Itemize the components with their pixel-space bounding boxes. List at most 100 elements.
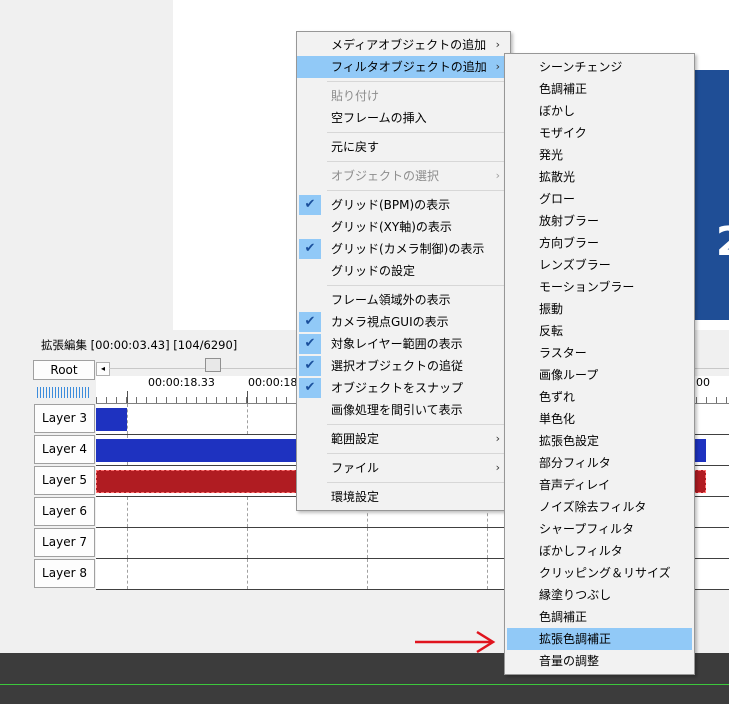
filter-item[interactable]: 拡張色設定 (505, 430, 694, 452)
filter-object-submenu: シーンチェンジ 色調補正 ぼかし モザイク 発光 拡散光 グロー 放射ブラー 方… (504, 53, 695, 675)
grid-line (247, 404, 248, 434)
menu-item-paste[interactable]: 貼り付け (297, 85, 510, 107)
filter-item[interactable]: 音声ディレイ (505, 474, 694, 496)
scroll-left-arrow-icon[interactable]: ◂ (96, 362, 110, 376)
ruler-major-tick (247, 391, 248, 403)
horizontal-scroll-thumb[interactable] (205, 358, 221, 372)
filter-item[interactable]: 反転 (505, 320, 694, 342)
zoom-scale-bar[interactable] (37, 387, 89, 398)
layer-3-label[interactable]: Layer 3 (34, 404, 95, 433)
filter-item[interactable]: 音量の調整 (505, 650, 694, 672)
filter-item[interactable]: ぼかし (505, 100, 694, 122)
timeline-clip-blue[interactable] (96, 408, 127, 431)
menu-item-grid-settings[interactable]: グリッドの設定 (297, 260, 510, 282)
layer-7-label[interactable]: Layer 7 (34, 528, 95, 557)
checkmark-icon: ✔ (299, 312, 321, 332)
preview-image (690, 70, 729, 320)
layer-5-label[interactable]: Layer 5 (34, 466, 95, 495)
menu-item-camera-gui[interactable]: ✔ カメラ視点GUIの表示 (297, 311, 510, 333)
grid-line (127, 497, 128, 527)
grid-line (127, 404, 128, 434)
ruler-time-label: 00 (696, 376, 710, 389)
filter-item[interactable]: モザイク (505, 122, 694, 144)
grid-line (367, 559, 368, 589)
menu-separator (327, 424, 508, 425)
grid-line (127, 559, 128, 589)
submenu-arrow-icon: › (495, 38, 500, 51)
grid-line (247, 497, 248, 527)
preview-text: 2 (716, 222, 729, 262)
timeline-title: 拡張編集 [00:00:03.43] [104/6290] (41, 338, 238, 352)
menu-separator (327, 81, 508, 82)
checkmark-icon: ✔ (299, 239, 321, 259)
filter-item[interactable]: グロー (505, 188, 694, 210)
checkmark-icon: ✔ (299, 334, 321, 354)
filter-item[interactable]: 拡散光 (505, 166, 694, 188)
menu-item-range-settings[interactable]: 範囲設定 › (297, 428, 510, 450)
grid-line (247, 528, 248, 558)
menu-item-outside-frame[interactable]: フレーム領域外の表示 (297, 289, 510, 311)
filter-item[interactable]: 縁塗りつぶし (505, 584, 694, 606)
filter-item[interactable]: 方向ブラー (505, 232, 694, 254)
layer-8-label[interactable]: Layer 8 (34, 559, 95, 588)
grid-line (367, 528, 368, 558)
menu-separator (327, 190, 508, 191)
menu-separator (327, 482, 508, 483)
menu-item-add-media-object[interactable]: メディアオブジェクトの追加 › (297, 34, 510, 56)
menu-item-layer-range[interactable]: ✔ 対象レイヤー範囲の表示 (297, 333, 510, 355)
submenu-arrow-icon: › (495, 432, 500, 445)
menu-item-preferences[interactable]: 環境設定 (297, 486, 510, 508)
filter-item[interactable]: ぼかしフィルタ (505, 540, 694, 562)
filter-item[interactable]: ラスター (505, 342, 694, 364)
menu-separator (327, 161, 508, 162)
menu-item-add-filter-object[interactable]: フィルタオブジェクトの追加 › (297, 56, 510, 78)
grid-line (247, 559, 248, 589)
filter-item[interactable]: シーンチェンジ (505, 56, 694, 78)
filter-item[interactable]: モーションブラー (505, 276, 694, 298)
annotation-arrow-icon (415, 630, 496, 654)
checkmark-icon: ✔ (299, 378, 321, 398)
layer-4-label[interactable]: Layer 4 (34, 435, 95, 464)
filter-item[interactable]: 部分フィルタ (505, 452, 694, 474)
menu-item-grid-bpm[interactable]: ✔ グリッド(BPM)の表示 (297, 194, 510, 216)
submenu-arrow-icon: › (495, 461, 500, 474)
checkmark-icon: ✔ (299, 195, 321, 215)
menu-item-insert-empty-frame[interactable]: 空フレームの挿入 (297, 107, 510, 129)
filter-item[interactable]: 色調補正 (505, 78, 694, 100)
menu-item-follow-selection[interactable]: ✔ 選択オブジェクトの追従 (297, 355, 510, 377)
filter-item[interactable]: レンズブラー (505, 254, 694, 276)
filter-item[interactable]: 振動 (505, 298, 694, 320)
filter-item[interactable]: 色調補正 (505, 606, 694, 628)
grid-line (487, 528, 488, 558)
filter-item[interactable]: ノイズ除去フィルタ (505, 496, 694, 518)
grid-line (127, 528, 128, 558)
submenu-arrow-icon: › (495, 60, 500, 73)
context-menu: メディアオブジェクトの追加 › フィルタオブジェクトの追加 › 貼り付け 空フレーム… (296, 31, 511, 511)
root-button[interactable]: Root (33, 360, 95, 380)
filter-item[interactable]: 放射ブラー (505, 210, 694, 232)
menu-item-grid-camera[interactable]: ✔ グリッド(カメラ制御)の表示 (297, 238, 510, 260)
ruler-time-label: 00:00:18.33 (148, 376, 215, 389)
checkmark-icon: ✔ (299, 356, 321, 376)
ruler-major-tick (127, 391, 128, 403)
layer-6-label[interactable]: Layer 6 (34, 497, 95, 526)
filter-item[interactable]: シャープフィルタ (505, 518, 694, 540)
grid-line (487, 559, 488, 589)
filter-item[interactable]: 単色化 (505, 408, 694, 430)
filter-item-extended-color-correction[interactable]: 拡張色調補正 (507, 628, 692, 650)
menu-item-snap-object[interactable]: ✔ オブジェクトをスナップ (297, 377, 510, 399)
bottom-accent-line (0, 684, 729, 685)
menu-item-thin-processing[interactable]: 画像処理を間引いて表示 (297, 399, 510, 421)
filter-item[interactable]: クリッピング＆リサイズ (505, 562, 694, 584)
menu-item-file[interactable]: ファイル › (297, 457, 510, 479)
menu-item-grid-xy[interactable]: グリッド(XY軸)の表示 (297, 216, 510, 238)
menu-separator (327, 285, 508, 286)
filter-item[interactable]: 色ずれ (505, 386, 694, 408)
filter-item[interactable]: 画像ループ (505, 364, 694, 386)
submenu-arrow-icon: › (495, 169, 500, 182)
menu-separator (327, 453, 508, 454)
menu-item-select-object[interactable]: オブジェクトの選択 › (297, 165, 510, 187)
menu-item-undo[interactable]: 元に戻す (297, 136, 510, 158)
filter-item[interactable]: 発光 (505, 144, 694, 166)
menu-separator (327, 132, 508, 133)
